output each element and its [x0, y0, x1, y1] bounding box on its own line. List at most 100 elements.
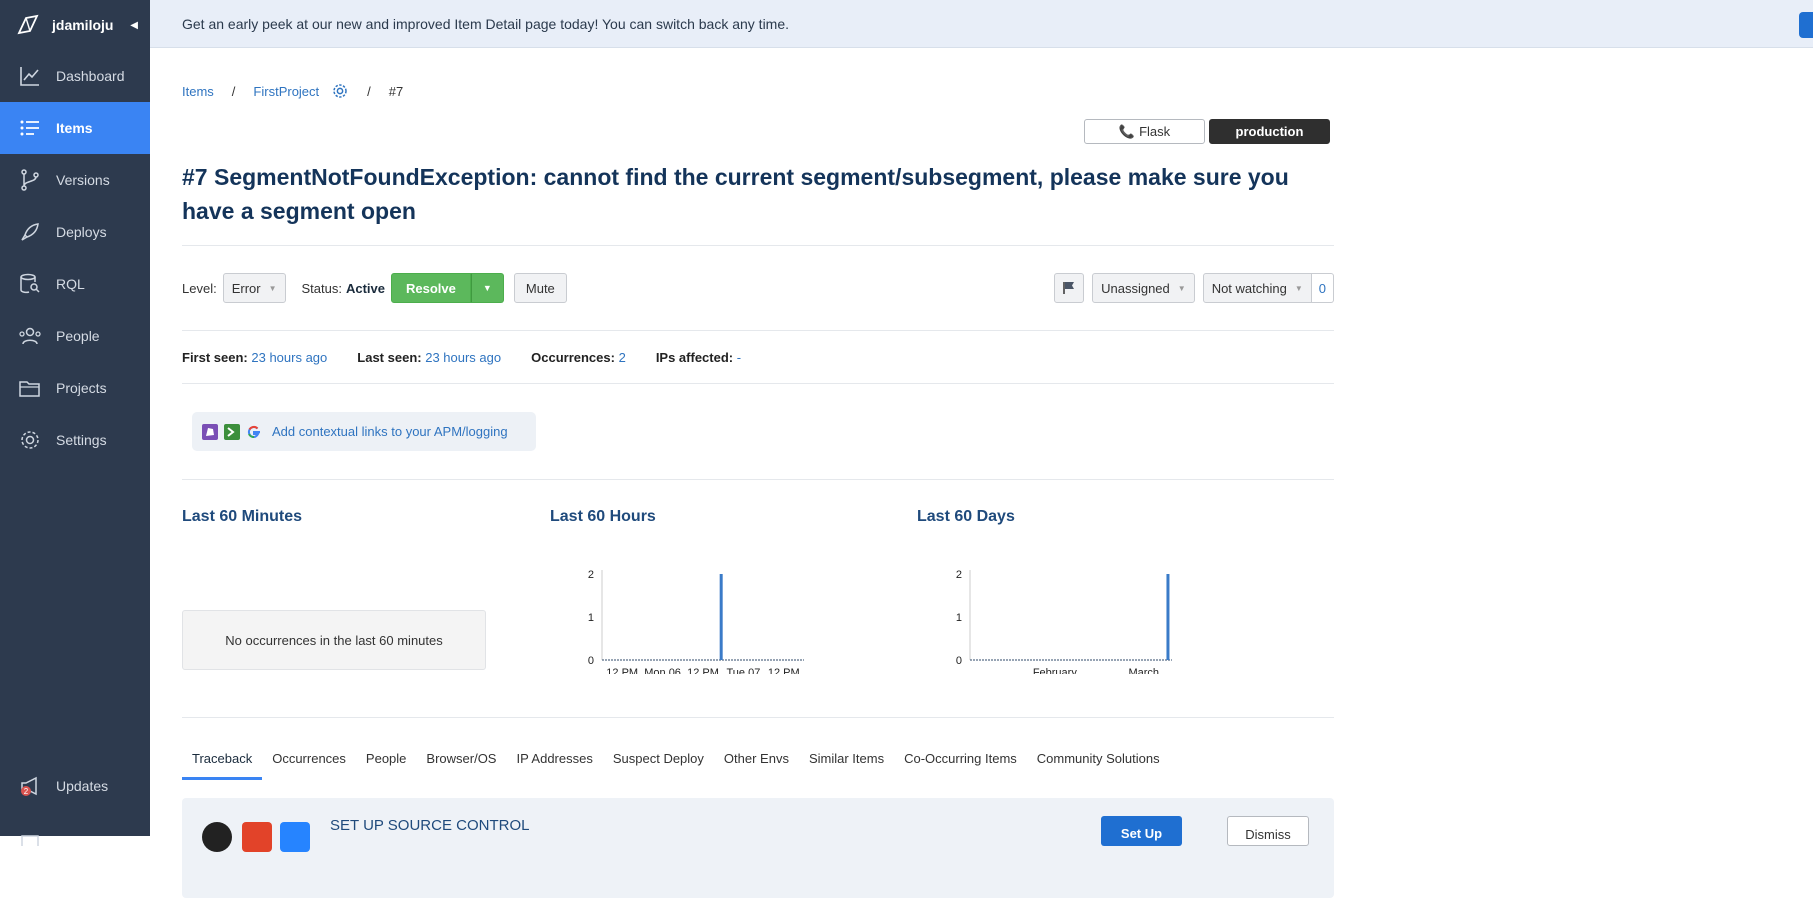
terminal-icon [224, 423, 240, 440]
occurrences: Occurrences: 2 [531, 350, 626, 365]
last-seen-label: Last seen: [357, 350, 422, 365]
x-tick-label: Mon 06 [644, 667, 681, 674]
tab-browser-os[interactable]: Browser/OS [416, 748, 506, 780]
x-tick-label: Tue 07 [726, 667, 760, 674]
assignee-dropdown[interactable]: Unassigned ▼ [1092, 273, 1195, 303]
divider [182, 245, 1334, 246]
source-control-title: SET UP SOURCE CONTROL [330, 817, 530, 834]
list-icon [20, 120, 39, 136]
breadcrumb-separator: / [231, 83, 236, 99]
tab-suspect-deploy[interactable]: Suspect Deploy [603, 748, 714, 780]
dismiss-button[interactable]: Dismiss [1227, 816, 1309, 846]
resolve-button[interactable]: Resolve [391, 273, 471, 303]
occurrences-value[interactable]: 2 [619, 350, 626, 365]
flag-icon [1063, 282, 1075, 294]
sidebar-item-settings[interactable]: Settings [0, 414, 150, 466]
sidebar-item-deploys[interactable]: Deploys [0, 206, 150, 258]
sidebar-item-projects[interactable]: Projects [0, 362, 150, 414]
project-settings-gear-icon[interactable] [331, 82, 349, 100]
tab-other-envs[interactable]: Other Envs [714, 748, 799, 780]
preview-banner: Get an early peek at our new and improve… [150, 0, 1813, 48]
help-icon [21, 835, 39, 846]
last-seen-value[interactable]: 23 hours ago [425, 350, 501, 365]
y-tick-label: 0 [588, 655, 594, 667]
divider [182, 330, 1334, 331]
sidebar-item-label: Updates [56, 778, 109, 794]
ips-affected: IPs affected: - [656, 350, 741, 365]
account-switcher[interactable]: jdamiloju ◀ [0, 0, 150, 50]
framework-label: Flask [1139, 124, 1171, 139]
people-icon [19, 327, 41, 345]
rocket-icon [21, 223, 39, 241]
banner-text: Get an early peek at our new and improve… [182, 15, 790, 32]
watch-value: Not watching [1211, 280, 1287, 296]
x-tick-label: March [1128, 667, 1159, 674]
sidebar-item-help[interactable] [0, 812, 150, 864]
contextual-links-label: Add contextual links to your APM/logging [272, 424, 508, 439]
ips-affected-value: - [736, 350, 742, 365]
sidebar-item-updates[interactable]: 2 Updates [0, 760, 150, 812]
rollbar-logo-icon [17, 14, 39, 35]
tab-occurrences[interactable]: Occurrences [262, 748, 356, 780]
item-controls: Level: Error ▼ Status: Active Resolve ▼ … [182, 272, 1334, 304]
chart-title-days: Last 60 Days [917, 508, 1015, 525]
tab-ip-addresses[interactable]: IP Addresses [506, 748, 602, 780]
y-tick-label: 1 [956, 612, 962, 624]
sidebar-item-label: Versions [56, 172, 110, 188]
status-label: Status: [301, 280, 342, 296]
first-seen-label: First seen: [182, 350, 248, 365]
sidebar-item-dashboard[interactable]: Dashboard [0, 50, 150, 102]
tab-community-solutions[interactable]: Community Solutions [1027, 748, 1170, 780]
sidebar-item-label: RQL [56, 276, 85, 292]
sidebar-item-people[interactable]: People [0, 310, 150, 362]
contextual-links-button[interactable]: Add contextual links to your APM/logging [192, 412, 536, 451]
updates-badge: 2 [24, 787, 29, 796]
x-tick-label: 12 PM [768, 667, 800, 674]
mute-button[interactable]: Mute [513, 273, 567, 303]
megaphone-icon: 2 [21, 776, 37, 796]
resolve-options-caret-icon[interactable]: ▼ [470, 273, 504, 303]
sidebar-item-items[interactable]: Items [0, 102, 150, 154]
chart-bar [1166, 574, 1170, 660]
occurrences-label: Occurrences: [531, 350, 615, 365]
no-occurrences-message: No occurrences in the last 60 minutes [182, 610, 486, 670]
chart-last-60-hours: 0 1 2 12 PM Mon 06 12 PM Tue 07 12 PM [588, 569, 804, 674]
sidebar-item-label: Projects [56, 380, 107, 396]
x-tick-label: 12 PM [606, 667, 638, 674]
sidebar-item-label: Dashboard [56, 68, 125, 84]
chart-bar [719, 574, 723, 660]
chart-last-60-days: 0 1 2 February March [956, 569, 1172, 674]
sidebar-item-rql[interactable]: RQL [0, 258, 150, 310]
y-tick-label: 0 [956, 655, 962, 667]
breadcrumb-items-link[interactable]: Items [182, 84, 214, 99]
environment-label: production [1235, 124, 1304, 139]
y-tick-label: 2 [588, 569, 594, 581]
set-up-button[interactable]: Set Up [1101, 816, 1182, 846]
environment-button[interactable]: production [1209, 119, 1330, 144]
divider [182, 479, 1334, 480]
sidebar-item-versions[interactable]: Versions [0, 154, 150, 206]
level-dropdown[interactable]: Error ▼ [222, 273, 286, 303]
breadcrumb-project-link[interactable]: FirstProject [253, 84, 319, 99]
item-tabs: Traceback Occurrences People Browser/OS … [182, 748, 1334, 780]
banner-action-button[interactable] [1799, 12, 1813, 38]
y-tick-label: 1 [588, 612, 594, 624]
divider [182, 383, 1334, 384]
datadog-icon [202, 423, 218, 440]
chart-title-minutes: Last 60 Minutes [182, 508, 303, 525]
watch-dropdown[interactable]: Not watching ▼ [1202, 273, 1312, 303]
tab-similar-items[interactable]: Similar Items [799, 748, 894, 780]
collapse-caret-icon[interactable]: ◀ [130, 20, 138, 31]
item-stats: First seen: 23 hours ago Last seen: 23 h… [182, 350, 741, 365]
item-title: #7 SegmentNotFoundException: cannot find… [182, 164, 1289, 224]
tab-traceback[interactable]: Traceback [182, 748, 263, 780]
tab-co-occurring-items[interactable]: Co-Occurring Items [894, 748, 1027, 780]
bitbucket-icon [280, 822, 310, 852]
framework-button[interactable]: 📞 Flask [1084, 119, 1205, 144]
flag-button[interactable] [1054, 273, 1085, 303]
tab-people[interactable]: People [356, 748, 416, 780]
first-seen-value[interactable]: 23 hours ago [251, 350, 327, 365]
divider [182, 717, 1334, 718]
watch-count[interactable]: 0 [1311, 273, 1334, 303]
chevron-down-icon: ▼ [1177, 283, 1186, 293]
